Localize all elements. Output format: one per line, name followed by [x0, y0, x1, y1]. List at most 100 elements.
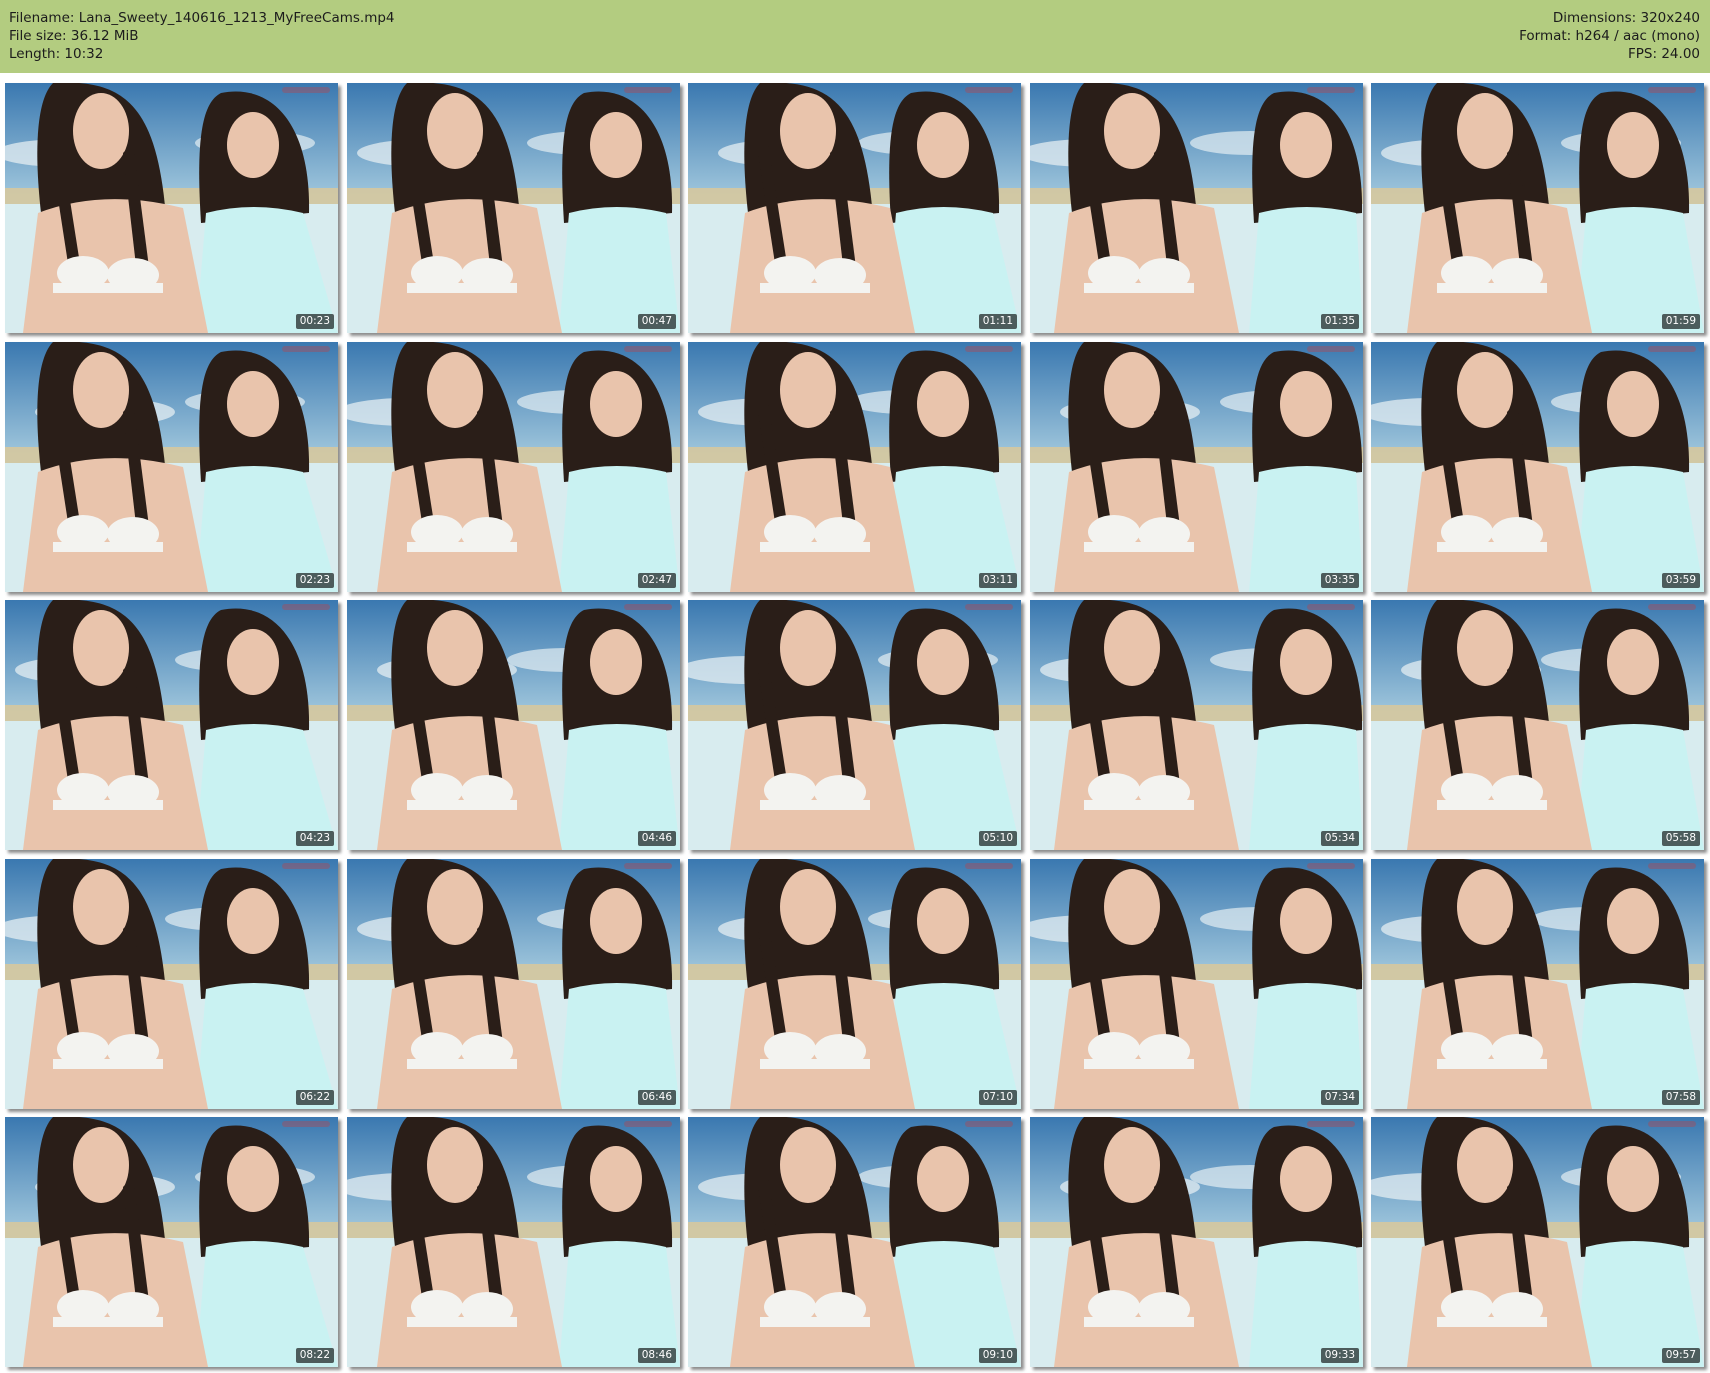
watermark: [624, 863, 672, 869]
timestamp-label: 06:46: [637, 1090, 676, 1105]
info-header: Filename: Lana_Sweety_140616_1213_MyFree…: [0, 0, 1710, 73]
timestamp-label: 07:58: [1661, 1090, 1700, 1105]
watermark: [965, 87, 1013, 93]
frame-image: [688, 600, 1021, 850]
timestamp-label: 05:10: [978, 831, 1017, 846]
watermark: [282, 1121, 330, 1127]
frame-image: [1030, 342, 1363, 592]
video-thumbnail: 07:58: [1371, 859, 1704, 1109]
frame-image: [1030, 1117, 1363, 1367]
watermark: [1648, 1121, 1696, 1127]
video-thumbnail: 00:23: [5, 83, 338, 333]
watermark: [282, 346, 330, 352]
watermark: [965, 863, 1013, 869]
timestamp-label: 08:46: [637, 1348, 676, 1363]
video-thumbnail: 01:11: [688, 83, 1021, 333]
video-thumbnail: 02:23: [5, 342, 338, 592]
frame-image: [1030, 600, 1363, 850]
watermark: [965, 1121, 1013, 1127]
timestamp-label: 01:59: [1661, 314, 1700, 329]
frame-image: [347, 600, 680, 850]
timestamp-label: 00:23: [295, 314, 334, 329]
timestamp-label: 05:34: [1320, 831, 1359, 846]
length-text: Length: 10:32: [9, 46, 104, 62]
filesize-text: File size: 36.12 MiB: [9, 28, 139, 44]
watermark: [282, 87, 330, 93]
frame-image: [1030, 859, 1363, 1109]
frame-image: [5, 1117, 338, 1367]
file-info: Filename: Lana_Sweety_140616_1213_MyFree…: [9, 9, 395, 63]
frame-image: [347, 859, 680, 1109]
frame-image: [347, 83, 680, 333]
frame-image: [5, 859, 338, 1109]
frame-image: [1371, 342, 1704, 592]
video-thumbnail: 04:23: [5, 600, 338, 850]
thumbnail-grid: 00:23 00:47 01:11 01:35 01:59 02:23 02:47 03:11…: [5, 83, 1705, 1368]
frame-image: [1030, 83, 1363, 333]
watermark: [624, 87, 672, 93]
video-thumbnail: 05:58: [1371, 600, 1704, 850]
frame-image: [1371, 600, 1704, 850]
video-thumbnail: 03:35: [1030, 342, 1363, 592]
timestamp-label: 00:47: [637, 314, 676, 329]
frame-image: [347, 342, 680, 592]
watermark: [1307, 604, 1355, 610]
timestamp-label: 04:23: [295, 831, 334, 846]
dimensions-text: Dimensions: 320x240: [1552, 10, 1700, 26]
watermark: [1307, 1121, 1355, 1127]
watermark: [282, 863, 330, 869]
fps-text: FPS: 24.00: [1628, 46, 1700, 62]
frame-image: [1371, 83, 1704, 333]
video-thumbnail: 08:46: [347, 1117, 680, 1367]
watermark: [624, 346, 672, 352]
watermark: [1307, 87, 1355, 93]
timestamp-label: 06:22: [295, 1090, 334, 1105]
timestamp-label: 08:22: [295, 1348, 334, 1363]
watermark: [965, 604, 1013, 610]
timestamp-label: 03:11: [978, 573, 1017, 588]
video-thumbnail: 06:22: [5, 859, 338, 1109]
video-thumbnail: 08:22: [5, 1117, 338, 1367]
timestamp-label: 01:11: [978, 314, 1017, 329]
watermark: [1648, 604, 1696, 610]
watermark: [624, 604, 672, 610]
frame-image: [347, 1117, 680, 1367]
timestamp-label: 09:57: [1661, 1348, 1700, 1363]
watermark: [965, 346, 1013, 352]
video-thumbnail: 05:10: [688, 600, 1021, 850]
frame-image: [1371, 859, 1704, 1109]
watermark: [1648, 863, 1696, 869]
video-thumbnail: 01:35: [1030, 83, 1363, 333]
watermark: [1648, 346, 1696, 352]
timestamp-label: 02:23: [295, 573, 334, 588]
frame-image: [5, 342, 338, 592]
timestamp-label: 09:10: [978, 1348, 1017, 1363]
frame-image: [688, 83, 1021, 333]
timestamp-label: 03:59: [1661, 573, 1700, 588]
format-text: Format: h264 / aac (mono): [1519, 28, 1700, 44]
video-thumbnail: 00:47: [347, 83, 680, 333]
stream-info: Dimensions: 320x240 Format: h264 / aac (…: [1519, 9, 1700, 63]
video-thumbnail: 03:59: [1371, 342, 1704, 592]
watermark: [1648, 87, 1696, 93]
timestamp-label: 01:35: [1320, 314, 1359, 329]
video-thumbnail: 09:33: [1030, 1117, 1363, 1367]
video-thumbnail: 07:10: [688, 859, 1021, 1109]
watermark: [1307, 346, 1355, 352]
video-thumbnail: 09:10: [688, 1117, 1021, 1367]
video-thumbnail: 04:46: [347, 600, 680, 850]
video-thumbnail: 02:47: [347, 342, 680, 592]
frame-image: [688, 342, 1021, 592]
timestamp-label: 05:58: [1661, 831, 1700, 846]
watermark: [282, 604, 330, 610]
frame-image: [1371, 1117, 1704, 1367]
watermark: [624, 1121, 672, 1127]
video-thumbnail: 09:57: [1371, 1117, 1704, 1367]
timestamp-label: 09:33: [1320, 1348, 1359, 1363]
timestamp-label: 07:34: [1320, 1090, 1359, 1105]
watermark: [1307, 863, 1355, 869]
frame-image: [5, 83, 338, 333]
frame-image: [688, 1117, 1021, 1367]
timestamp-label: 04:46: [637, 831, 676, 846]
frame-image: [5, 600, 338, 850]
